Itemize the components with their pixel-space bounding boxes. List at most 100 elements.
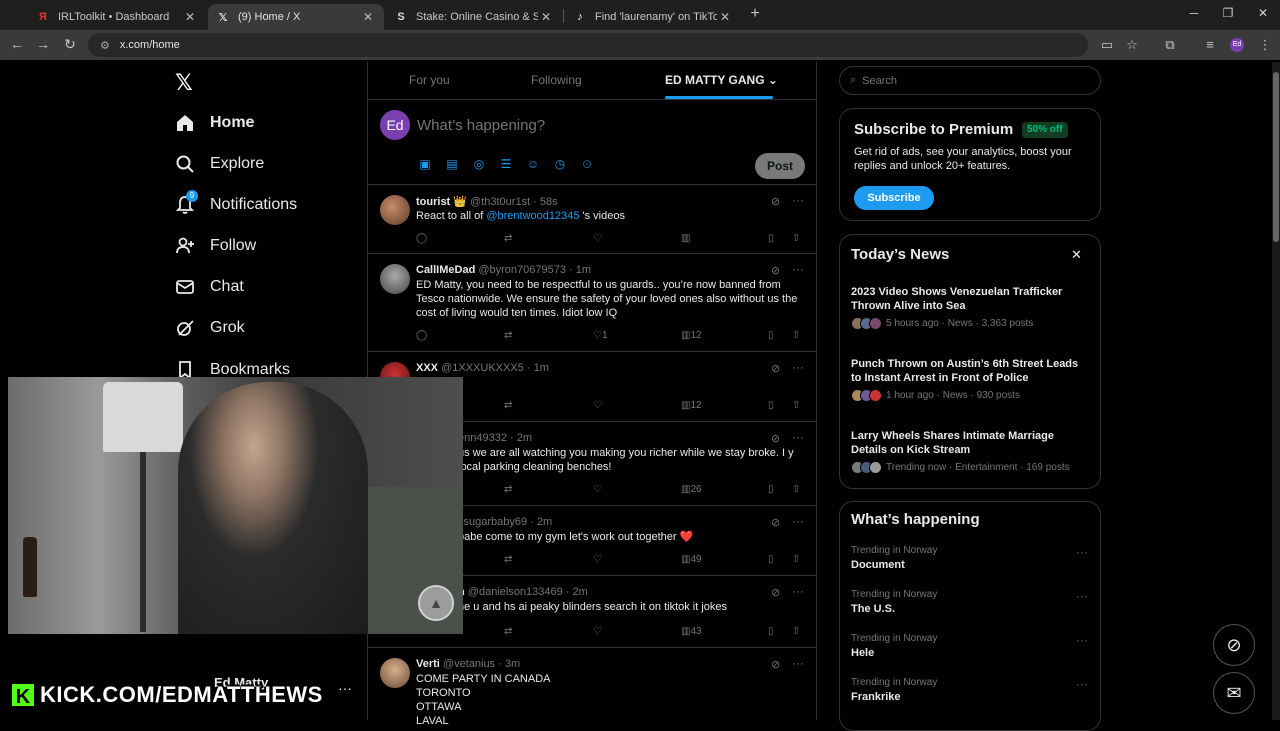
emoji-icon[interactable]: ☺ <box>525 157 541 173</box>
like-icon[interactable]: ♡ <box>593 626 602 637</box>
messages-fab-icon[interactable]: ✉ <box>1213 672 1255 714</box>
tweet[interactable]: CallIMeDad @byron70679573 · 1m ⊘ ··· ED … <box>368 254 817 352</box>
avatar[interactable] <box>380 658 410 688</box>
more-icon[interactable]: ··· <box>1076 677 1088 691</box>
more-icon[interactable]: ··· <box>1076 589 1088 603</box>
tweet-author-name[interactable]: CallIMeDad <box>416 264 475 276</box>
bookmark-icon[interactable]: ▯ <box>768 626 774 637</box>
reply-icon[interactable]: ◯ <box>416 330 427 341</box>
close-tab-icon[interactable]: ✕ <box>182 10 198 24</box>
scroll-up-icon[interactable]: ▲ <box>418 585 454 621</box>
x-logo-icon[interactable]: 𝕏 <box>175 70 193 96</box>
poll-icon[interactable]: ☰ <box>498 157 514 173</box>
retweet-icon[interactable]: ⇄ <box>504 400 512 411</box>
tweet-handle[interactable]: @byron70679573 <box>478 264 566 276</box>
grok-icon[interactable]: ⊘ <box>771 264 780 277</box>
grok-icon[interactable]: ⊘ <box>771 432 780 445</box>
gif-icon[interactable]: ▤ <box>444 157 460 173</box>
sidebar-item-grok[interactable]: Grok <box>172 313 245 343</box>
tweet-author-name[interactable]: XXX <box>416 362 438 374</box>
tweet-time[interactable]: · 1m <box>527 362 549 374</box>
trend-item[interactable]: Trending in Norway Document ··· <box>851 545 1091 571</box>
reload-icon[interactable]: ↻ <box>61 36 79 53</box>
reply-icon[interactable]: ◯ <box>416 233 427 244</box>
tweet-author-name[interactable]: tourist 👑 <box>416 196 467 208</box>
account-more-icon[interactable]: ··· <box>338 680 352 696</box>
views-icon[interactable]: ▥ 26 <box>681 484 702 495</box>
grok-icon[interactable]: ⊘ <box>771 362 780 375</box>
share-icon[interactable]: ⇧ <box>792 554 800 565</box>
like-icon[interactable]: ♡ <box>593 233 602 244</box>
grok-icon[interactable]: ⊘ <box>771 586 780 599</box>
share-icon[interactable]: ⇧ <box>792 400 800 411</box>
share-icon[interactable]: ⇧ <box>792 330 800 341</box>
more-icon[interactable]: ··· <box>1076 545 1088 559</box>
tweet-time[interactable]: · 2m <box>566 586 588 598</box>
tweet-handle[interactable]: @danielson133469 <box>468 586 563 598</box>
browser-tab-tiktok[interactable]: ♪ Find 'laurenamy' on TikTok | Tik ✕ <box>565 4 741 30</box>
scrollbar-thumb[interactable] <box>1273 72 1279 242</box>
close-tab-icon[interactable]: ✕ <box>538 10 554 24</box>
tweet-time[interactable]: · 3m <box>498 658 520 670</box>
retweet-icon[interactable]: ⇄ <box>504 554 512 565</box>
location-icon[interactable]: ⊙ <box>579 157 595 173</box>
browser-tab-x-home[interactable]: 𝕏 (9) Home / X ✕ <box>208 4 384 30</box>
post-button[interactable]: Post <box>755 153 805 179</box>
extensions-icon[interactable]: ⧉ <box>1162 37 1178 53</box>
tweet-time[interactable]: · 1m <box>569 264 591 276</box>
media-icon[interactable]: ≡ <box>1202 37 1218 52</box>
more-icon[interactable]: ··· <box>792 656 804 670</box>
more-icon[interactable]: ··· <box>792 193 804 207</box>
grok-fab-icon[interactable]: ⊘ <box>1213 624 1255 666</box>
tab-for-you[interactable]: For you <box>409 73 450 87</box>
retweet-icon[interactable]: ⇄ <box>504 484 512 495</box>
more-icon[interactable]: ··· <box>792 430 804 444</box>
site-info-icon[interactable]: ⚙ <box>100 39 110 52</box>
tab-following[interactable]: Following <box>531 73 582 87</box>
sidebar-item-chat[interactable]: Chat <box>172 272 244 302</box>
forward-icon[interactable]: → <box>34 36 52 52</box>
news-item[interactable]: 2023 Video Shows Venezuelan Trafficker T… <box>851 285 1091 330</box>
grok-icon[interactable]: ⊘ <box>771 516 780 529</box>
share-icon[interactable]: ⇧ <box>792 484 800 495</box>
views-icon[interactable]: ▥ 12 <box>681 400 702 411</box>
views-icon[interactable]: ▥ 49 <box>681 554 702 565</box>
more-icon[interactable]: ··· <box>792 262 804 276</box>
bookmark-icon[interactable]: ▯ <box>768 233 774 244</box>
share-icon[interactable]: ⇧ <box>792 233 800 244</box>
more-icon[interactable]: ··· <box>792 360 804 374</box>
more-icon[interactable]: ··· <box>1076 633 1088 647</box>
browser-tab-irltoolkit[interactable]: Я IRLToolkit • Dashboard ✕ <box>28 4 206 30</box>
tweet-handle[interactable]: @vetanius <box>443 658 495 670</box>
tweet-author-name[interactable]: Verti <box>416 658 440 670</box>
views-icon[interactable]: ▥ 43 <box>681 626 702 637</box>
back-icon[interactable]: ← <box>8 36 26 52</box>
trend-item[interactable]: Trending in Norway Hele ··· <box>851 633 1091 659</box>
grok-image-icon[interactable]: ◎ <box>471 157 487 173</box>
like-icon[interactable]: ♡ <box>593 400 602 411</box>
like-icon[interactable]: ♡ <box>593 554 602 565</box>
more-icon[interactable]: ··· <box>792 584 804 598</box>
browser-profile-avatar[interactable]: Ed <box>1230 38 1244 52</box>
tweet-handle[interactable]: @1XXXUKXXX5 <box>441 362 524 374</box>
tweet-mention-link[interactable]: @brentwood12345 <box>486 210 579 222</box>
schedule-icon[interactable]: ◷ <box>552 157 568 173</box>
bookmark-icon[interactable]: ▯ <box>768 554 774 565</box>
retweet-icon[interactable]: ⇄ <box>504 330 512 341</box>
retweet-icon[interactable]: ⇄ <box>504 626 512 637</box>
trend-item[interactable]: Trending in Norway The U.S. ··· <box>851 589 1091 615</box>
like-icon[interactable]: ♡ <box>593 484 602 495</box>
close-window-icon[interactable]: ✕ <box>1253 6 1273 20</box>
sidebar-item-follow[interactable]: Follow <box>172 231 256 261</box>
retweet-icon[interactable]: ⇄ <box>504 233 512 244</box>
close-icon[interactable]: ✕ <box>1071 247 1082 263</box>
tweet-time[interactable]: · 58s <box>533 196 557 208</box>
address-bar[interactable]: ⚙ x.com/home <box>88 33 1088 57</box>
views-icon[interactable]: ▥ 12 <box>681 330 702 341</box>
minimize-icon[interactable]: ─ <box>1184 6 1204 20</box>
tweet[interactable]: tourist 👑 @th3t0ur1st · 58s ⊘ ··· React … <box>368 185 817 254</box>
trend-item[interactable]: Trending in Norway Frankrike ··· <box>851 677 1091 703</box>
tweet-time[interactable]: · 2m <box>530 516 552 528</box>
views-icon[interactable]: ▥ <box>681 233 690 244</box>
tweet-handle[interactable]: ksugarbaby69 <box>458 516 527 528</box>
